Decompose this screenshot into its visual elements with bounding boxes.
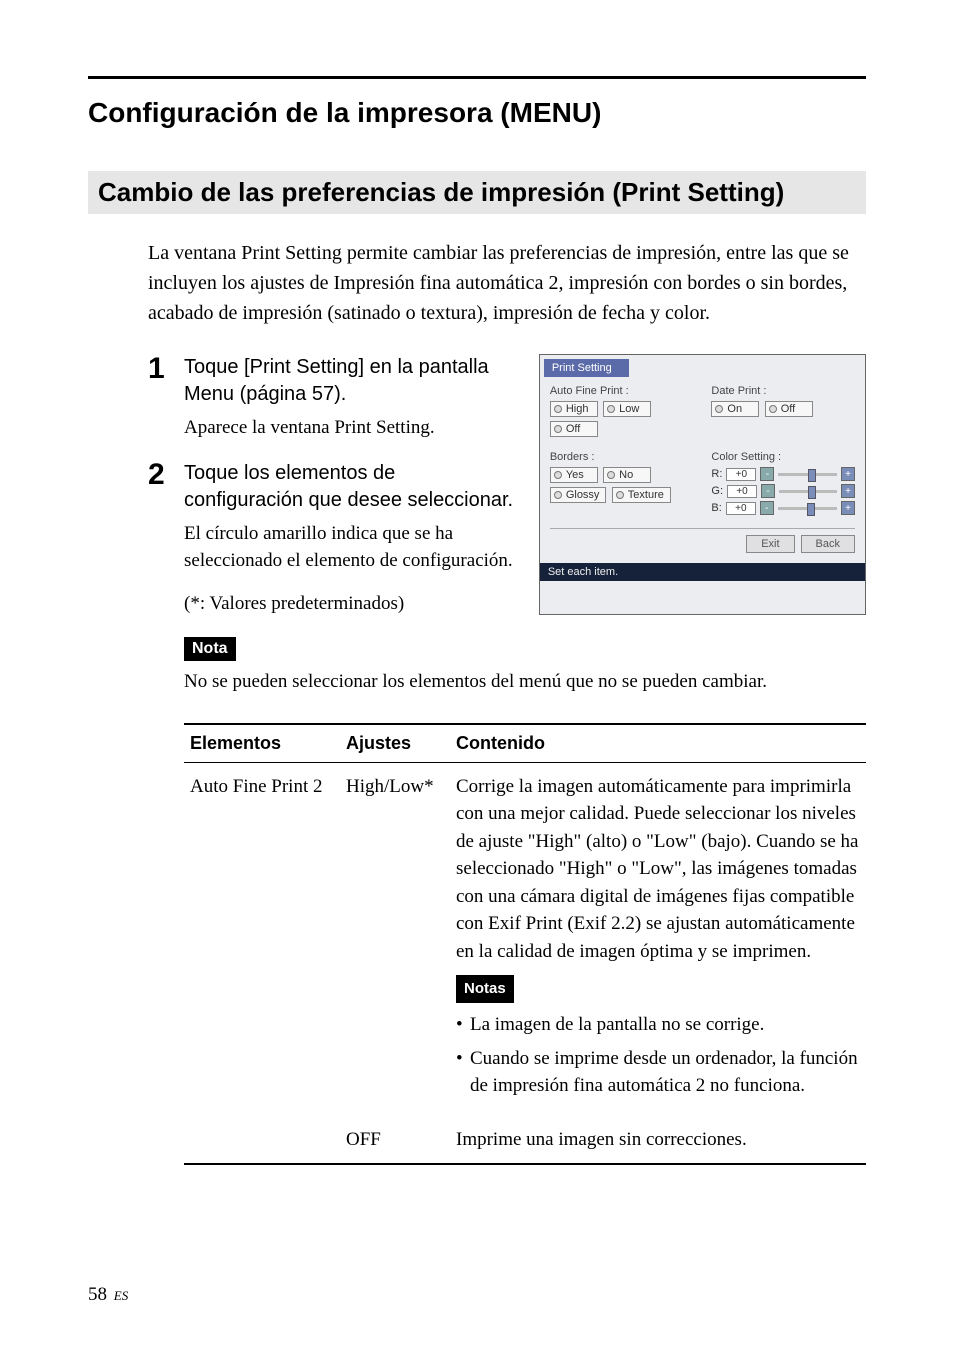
option-yes-label: Yes [566, 469, 584, 481]
step-2-number: 2 [148, 460, 184, 575]
channel-g-value: +0 [727, 485, 757, 498]
option-no-label: No [619, 469, 633, 481]
radio-icon [554, 425, 562, 433]
th-ajustes: Ajustes [340, 724, 450, 763]
channel-b-value: +0 [726, 502, 756, 515]
th-contenido: Contenido [450, 724, 866, 763]
option-off-dp-label: Off [781, 403, 795, 415]
option-on[interactable]: On [711, 401, 759, 417]
radio-icon [616, 491, 624, 499]
plus-button[interactable]: + [841, 467, 855, 481]
option-high[interactable]: High [550, 401, 598, 417]
option-yes[interactable]: Yes [550, 467, 598, 483]
radio-icon [554, 405, 562, 413]
print-setting-screenshot: Print Setting Auto Fine Print : High Low… [539, 354, 866, 615]
cell-ajuste: OFF [340, 1116, 450, 1165]
notas-tag: Notas [456, 975, 514, 1003]
auto-fine-print-label: Auto Fine Print : [550, 385, 694, 397]
minus-button[interactable]: - [760, 467, 774, 481]
radio-icon [769, 405, 777, 413]
screenshot-tab: Print Setting [544, 359, 629, 377]
back-button[interactable]: Back [801, 535, 855, 553]
option-off-dp[interactable]: Off [765, 401, 813, 417]
minus-button[interactable]: - [760, 501, 774, 515]
step-2: 2 Toque los elementos de configuración q… [148, 460, 515, 575]
step-1-number: 1 [148, 354, 184, 442]
cell-contenido: Imprime una imagen sin correcciones. [450, 1116, 866, 1165]
slider-r[interactable] [778, 473, 837, 476]
radio-icon [554, 471, 562, 479]
radio-icon [715, 405, 723, 413]
option-texture[interactable]: Texture [612, 487, 671, 503]
heading-configuracion: Configuración de la impresora (MENU) [88, 97, 866, 129]
plus-button[interactable]: + [841, 501, 855, 515]
channel-r-label: R: [711, 468, 722, 480]
option-on-label: On [727, 403, 742, 415]
page-number-value: 58 [88, 1284, 107, 1305]
color-setting-label: Color Setting : [711, 451, 855, 463]
color-row-b: B: +0 - + [711, 501, 855, 515]
slider-b[interactable] [778, 507, 837, 510]
cell-ajuste: High/Low* [340, 762, 450, 1116]
option-glossy-label: Glossy [566, 489, 600, 501]
channel-g-label: G: [711, 485, 723, 497]
page-number-lang: ES [114, 1288, 128, 1303]
step-2-title: Toque los elementos de configuración que… [184, 460, 515, 514]
option-high-label: High [566, 403, 589, 415]
intro-paragraph: La ventana Print Setting permite cambiar… [148, 238, 866, 328]
option-low[interactable]: Low [603, 401, 651, 417]
color-row-r: R: +0 - + [711, 467, 855, 481]
heading-cambio: Cambio de las preferencias de impresión … [88, 171, 866, 214]
step-1-title: Toque [Print Setting] en la pantalla Men… [184, 354, 515, 408]
step-1: 1 Toque [Print Setting] en la pantalla M… [148, 354, 515, 442]
nota-tag: Nota [184, 637, 236, 661]
exit-button[interactable]: Exit [746, 535, 794, 553]
screenshot-status: Set each item. [540, 563, 865, 581]
channel-b-label: B: [711, 502, 721, 514]
cell-contenido: Corrige la imagen automáticamente para i… [450, 762, 866, 1116]
color-row-g: G: +0 - + [711, 484, 855, 498]
table-row: Auto Fine Print 2 High/Low* Corrige la i… [184, 762, 866, 1116]
option-no[interactable]: No [603, 467, 651, 483]
borders-label: Borders : [550, 451, 694, 463]
channel-r-value: +0 [726, 468, 756, 481]
option-off-afp[interactable]: Off [550, 421, 598, 437]
date-print-label: Date Print : [711, 385, 855, 397]
nota-bullet-2: Cuando se imprime desde un ordenador, la… [456, 1045, 860, 1100]
slider-g[interactable] [779, 490, 837, 493]
radio-icon [607, 471, 615, 479]
screenshot-divider [550, 528, 855, 529]
cell-contenido-text: Corrige la imagen automáticamente para i… [456, 776, 858, 962]
defaults-note: (*: Valores predeterminados) [184, 593, 515, 615]
page-number: 58 ES [88, 1284, 128, 1306]
step-1-sub: Aparece la ventana Print Setting. [184, 414, 515, 442]
th-elementos: Elementos [184, 724, 340, 763]
top-rule [88, 76, 866, 79]
plus-button[interactable]: + [841, 484, 855, 498]
table-row: OFF Imprime una imagen sin correcciones. [184, 1116, 866, 1165]
nota-text: No se pueden seleccionar los elementos d… [184, 671, 866, 693]
option-off-afp-label: Off [566, 423, 580, 435]
nota-bullet-1: La imagen de la pantalla no se corrige. [456, 1011, 860, 1039]
minus-button[interactable]: - [761, 484, 775, 498]
option-texture-label: Texture [628, 489, 664, 501]
option-glossy[interactable]: Glossy [550, 487, 607, 503]
cell-elemento: Auto Fine Print 2 [184, 762, 340, 1116]
cell-elemento [184, 1116, 340, 1165]
radio-icon [554, 491, 562, 499]
option-low-label: Low [619, 403, 639, 415]
settings-table: Elementos Ajustes Contenido Auto Fine Pr… [184, 723, 866, 1166]
radio-icon [607, 405, 615, 413]
step-2-sub: El círculo amarillo indica que se ha sel… [184, 520, 515, 575]
